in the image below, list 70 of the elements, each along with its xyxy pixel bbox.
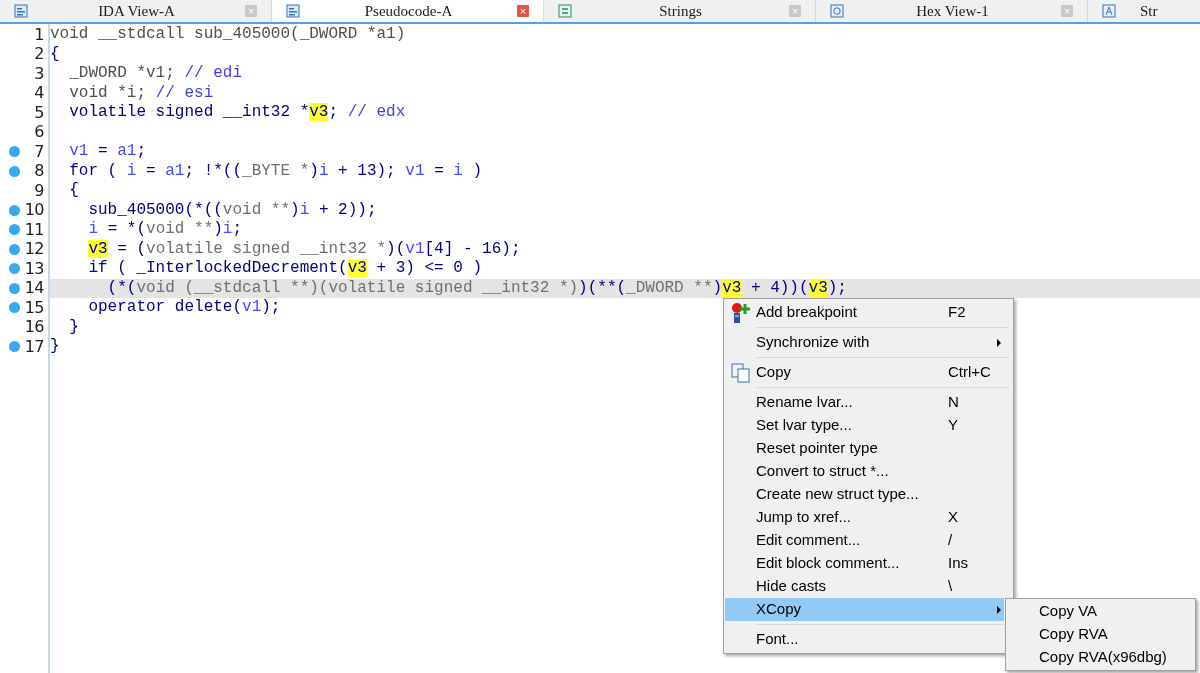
code-line: { (50, 44, 60, 63)
menu-item[interactable]: Rename lvar... N (725, 391, 1004, 414)
code-line: (*(void (__stdcall **)(volatile signed __int32 *))(**(_DWORD **)v3 + 4))(v3); (106, 278, 847, 297)
window-icon (830, 4, 844, 18)
menu-label: Reset pointer type (756, 438, 879, 459)
menu-item[interactable]: Edit comment... / (725, 529, 1004, 552)
menu-item[interactable]: Convert to struct *... (725, 460, 1004, 483)
menu-label: Convert to struct *... (756, 461, 890, 482)
code-line: { (68, 181, 79, 199)
tab-label: Pseudocode-A (363, 1, 454, 21)
menu-item[interactable]: Font... (725, 628, 1004, 651)
menu-label: Font... (756, 629, 800, 650)
letter-icon (1102, 4, 1116, 18)
menu-label: Hide casts (756, 576, 828, 597)
menu-item[interactable]: Hide casts \ (725, 575, 1004, 598)
code-line: for ( i = a1; !*((_BYTE *)i + 13); v1 = i ) (68, 161, 483, 180)
tab-label: IDA View-A (97, 1, 176, 21)
menu-item[interactable]: Copy RVA (1006, 623, 1195, 646)
menu-label: XCopy (756, 599, 803, 620)
menu-label: Synchronize with (756, 332, 871, 353)
menu-item[interactable]: Edit block comment... Ins (725, 552, 1004, 575)
menu-item[interactable]: Synchronize with (725, 331, 1004, 354)
menu-label: Jump to xref... (756, 507, 853, 528)
code-line: _DWORD *v1; // edi (68, 64, 243, 82)
code-line: volatile signed __int32 *v3; // edx (68, 103, 406, 121)
code-line: i = *(void **)i; (87, 220, 243, 238)
menu-item[interactable]: Set lvar type... Y (725, 414, 1004, 437)
code-line: v1 = a1; (68, 142, 147, 160)
code-line: sub_405000(*((void **)i + 2)); (87, 200, 377, 219)
menu-label: Copy (756, 362, 793, 383)
menu-label: Rename lvar... (756, 392, 854, 413)
document-icon (14, 4, 28, 18)
close-button[interactable]: × (517, 5, 529, 17)
menu-item[interactable]: Copy VA (1006, 600, 1195, 623)
code-line: v3 = (volatile signed __int32 *)(v1[4] - 16); (87, 239, 521, 258)
shortcut-label: / (948, 530, 954, 551)
tab-label: Hex View-1 (915, 1, 990, 21)
menu-item[interactable]: Create new struct type... (725, 483, 1004, 506)
code-line: } (68, 317, 79, 336)
tab[interactable]: Pseudocode-A × (272, 0, 544, 22)
menu-label: Edit block comment... (756, 553, 901, 574)
menu-item[interactable]: Copy Ctrl+C (725, 361, 1004, 384)
shortcut-label: Y (948, 415, 959, 436)
shortcut-label: Ins (948, 553, 969, 574)
breakpoint-icon (729, 301, 752, 324)
code-line: } (50, 337, 60, 355)
shortcut-label: N (948, 392, 960, 413)
document-icon (286, 4, 300, 18)
shortcut-label: Ctrl+C (948, 362, 992, 383)
menu-item[interactable]: Add breakpoint F2 (725, 301, 1004, 324)
shortcut-label: F2 (948, 302, 967, 323)
menu-label: Set lvar type... (756, 415, 853, 436)
menu-item[interactable]: Copy RVA(x96dbg) (1006, 646, 1195, 669)
list-icon (558, 4, 572, 18)
tab-label: Str (1139, 1, 1159, 21)
tab-label: Strings (658, 1, 703, 21)
menu-label: Edit comment... (756, 530, 862, 551)
shortcut-label: \ (948, 576, 954, 597)
menu-label: Create new struct type... (756, 484, 920, 505)
copy-icon (730, 362, 751, 383)
code-line: if ( _InterlockedDecrement(v3 + 3) <= 0 ) (87, 259, 483, 277)
menu-item[interactable]: Reset pointer type (725, 437, 1004, 460)
code-line: void *i; // esi (68, 83, 214, 102)
menu-item[interactable]: Jump to xref... X (725, 506, 1004, 529)
code-line: void __stdcall sub_405000(_DWORD *a1) (50, 25, 406, 43)
menu-item[interactable]: XCopy (725, 598, 1004, 621)
code-line: operator delete(v1); (87, 298, 281, 316)
line-number: 1 (34, 23, 44, 46)
shortcut-label: X (948, 507, 959, 528)
menu-label: Add breakpoint (756, 302, 858, 323)
